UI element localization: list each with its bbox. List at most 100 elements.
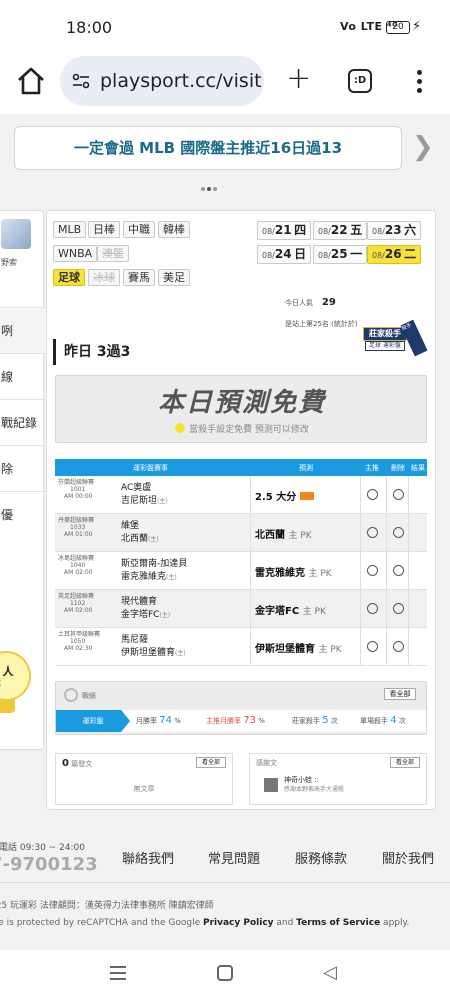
col-main: 主推 xyxy=(365,464,379,472)
date-tab-24[interactable]: 08/24 日 xyxy=(257,245,312,264)
sidebar-item-5[interactable]: 優 xyxy=(0,491,45,537)
prediction-table: 運彩盤賽事 預測 主推 刪除 結果 芬蘭超級聯賽 1001 AM 00:00 AC奧… xyxy=(55,459,427,666)
sport-chip-soccer[interactable]: 足球 xyxy=(53,269,85,286)
back-icon[interactable]: ◁ xyxy=(323,962,337,983)
avatar-caption: 野索 xyxy=(1,258,17,267)
sport-chip-mlb[interactable]: MLB xyxy=(53,221,87,238)
col-pick: 預測 xyxy=(299,464,313,472)
yesterday-record: 昨日 3過3 xyxy=(53,339,353,365)
chart-ring-icon xyxy=(64,688,78,702)
performance-panel: 戰績 看全部 運彩盤 月勝率 74 % 主推月勝率 73 % 莊家殺手 5 次 … xyxy=(55,681,427,735)
new-tab-icon[interactable]: + xyxy=(286,64,311,94)
overflow-menu-icon[interactable] xyxy=(412,68,426,94)
sidebar-item-2[interactable]: 線 xyxy=(0,353,45,399)
home-icon[interactable] xyxy=(14,64,48,98)
web-page: 一定會過 MLB 國際盤主推近16日過13 ❯ 野索 咧 線 戰紀錄 除 優 0… xyxy=(0,114,450,950)
system-nav-bar: ◁ xyxy=(0,950,450,1000)
free-prediction-box: 本日預測免費 當殺手設定免費 預測可以修改 xyxy=(55,375,427,443)
site-settings-icon[interactable] xyxy=(72,73,90,89)
hot-icon xyxy=(299,492,314,500)
delete-radio[interactable] xyxy=(393,641,404,652)
posts-box: 0 篇發文 看全部 無文章 xyxy=(55,753,233,805)
delete-radio[interactable] xyxy=(393,527,404,538)
sport-chip-horse[interactable]: 賽馬 xyxy=(123,269,155,286)
sport-chip-hockey: 冰球 xyxy=(88,269,120,286)
privacy-policy-link[interactable]: Privacy Policy xyxy=(203,918,274,928)
pick-text: 北西蘭 主 PK xyxy=(255,530,312,541)
rank-stat: 是站上第25名 (統計於) xyxy=(285,320,358,328)
visitor-caption: 瀏覽 xyxy=(0,677,1,688)
footer-link-contact[interactable]: 聯絡我們 xyxy=(122,848,174,867)
table-row: 冰島超級聯賽 1040 AM 02:00 斯亞爾南-加達貝 雷克雅維克(主) 雷克雅維… xyxy=(55,552,427,590)
tab-switcher-button[interactable]: :D xyxy=(348,69,372,93)
tab-sports-lottery[interactable]: 運彩盤 xyxy=(56,710,130,732)
thanks-box: 感謝文 看全部 神奇小蛙 :: 感謝本野索高手大通殺 xyxy=(249,753,427,805)
sport-chip-cpbl[interactable]: 中職 xyxy=(123,221,155,238)
service-phone[interactable]: 7-9700123 xyxy=(0,854,98,875)
performance-see-all-button[interactable]: 看全部 xyxy=(384,688,416,700)
sport-chip-kbo[interactable]: 韓棒 xyxy=(158,221,190,238)
copyright: 025 玩運彩 法律顧問：漢英得力法律事務所 陳鎮宏律師 xyxy=(0,901,214,911)
status-bar: 18:00 Vo LTE ⁴ᴳ 20 ⚡ xyxy=(0,0,450,50)
table-row: 芬蘭超級聯賽 1001 AM 00:00 AC奧盧 吉尼斯坦(主) 2.5 大分 xyxy=(55,476,427,514)
url-text[interactable]: playsport.cc/visit xyxy=(100,70,262,92)
delete-radio[interactable] xyxy=(393,489,404,500)
pick-text: 雷克雅維克 主 PK xyxy=(255,568,332,579)
browser-toolbar: playsport.cc/visit + :D xyxy=(0,52,450,112)
main-pick-radio[interactable] xyxy=(367,565,378,576)
footer-link-faq[interactable]: 常見問題 xyxy=(208,848,260,867)
footer-divider xyxy=(0,882,450,883)
delete-radio[interactable] xyxy=(393,565,404,576)
author-avatar[interactable] xyxy=(264,778,278,792)
col-delete: 刪除 xyxy=(391,464,405,472)
col-result: 結果 xyxy=(411,464,425,472)
delete-radio[interactable] xyxy=(393,603,404,614)
stat-monthly-win-rate[interactable]: 月勝率 74 % xyxy=(136,715,181,726)
free-prediction-title: 本日預測免費 xyxy=(157,388,326,418)
main-panel: MLB 日棒 中職 韓棒 WNBA 澳籃 足球 冰球 賽馬 美足 08/21 四… xyxy=(46,210,436,810)
bookie-killer-badge: 莊家殺手 足球 運彩盤 殺手 xyxy=(363,319,428,365)
thanks-header: 感謝文 xyxy=(256,759,277,767)
date-tab-22[interactable]: 08/22 五 xyxy=(313,221,368,240)
sport-chip-wnba[interactable]: WNBA xyxy=(53,245,98,262)
lightbulb-icon: 0 人 瀏覽 xyxy=(0,651,35,721)
bulb-icon xyxy=(175,423,186,433)
table-row: 土耳其甲級聯賽 1050 AM 02:30 馬尼薩 伊斯坦堡體育(主) 伊斯坦堡體育 … xyxy=(55,628,427,666)
date-tab-23[interactable]: 08/23 六 xyxy=(367,221,422,240)
sidebar-item-3[interactable]: 戰紀錄 xyxy=(0,399,45,445)
terms-of-service-link[interactable]: Terms of Service xyxy=(296,918,380,928)
avatar[interactable] xyxy=(1,219,31,249)
date-tab-21[interactable]: 08/21 四 xyxy=(257,221,312,240)
recent-apps-icon[interactable] xyxy=(110,966,126,982)
main-pick-radio[interactable] xyxy=(367,641,378,652)
service-hours: 服電話 09:30 ~ 24:00 xyxy=(0,843,85,853)
chevron-right-icon[interactable]: ❯ xyxy=(412,134,434,160)
promo-banner[interactable]: 一定會過 MLB 國際盤主推近16日過13 xyxy=(14,126,402,170)
table-header: 運彩盤賽事 預測 主推 刪除 結果 xyxy=(55,459,427,476)
thanks-entry[interactable]: 神奇小蛙 :: 感謝本野索高手大通殺 xyxy=(284,776,344,794)
posts-count: 0 篇發文 xyxy=(62,758,93,769)
thanks-see-all-button[interactable]: 看全部 xyxy=(390,757,420,768)
stat-single-killer[interactable]: 單場殺手 4 次 xyxy=(360,715,406,726)
sport-chip-npb[interactable]: 日棒 xyxy=(88,221,120,238)
home-nav-icon[interactable] xyxy=(217,965,233,981)
posts-see-all-button[interactable]: 看全部 xyxy=(196,757,226,768)
main-pick-radio[interactable] xyxy=(367,527,378,538)
table-row: 英足超級聯賽 1102 AM 02:00 現代體育 金字塔FC(主) 金字塔FC 主 … xyxy=(55,590,427,628)
address-bar[interactable]: playsport.cc/visit xyxy=(60,56,264,106)
main-pick-radio[interactable] xyxy=(367,489,378,500)
sport-chip-nfl[interactable]: 美足 xyxy=(158,269,190,286)
sidebar-item-1[interactable]: 咧 xyxy=(0,307,45,353)
sidebar-item-4[interactable]: 除 xyxy=(0,445,45,491)
carousel-dots xyxy=(200,176,218,195)
footer-link-terms[interactable]: 服務條款 xyxy=(295,848,347,867)
date-tab-26[interactable]: 08/26 二 xyxy=(367,245,422,264)
main-pick-radio[interactable] xyxy=(367,603,378,614)
stat-bookie-killer[interactable]: 莊家殺手 5 次 xyxy=(292,715,338,726)
stat-main-pick-win-rate[interactable]: 主推月勝率 73 % xyxy=(206,715,265,726)
pick-text: 2.5 大分 xyxy=(255,488,314,503)
pick-text: 金字塔FC 主 PK xyxy=(255,606,326,617)
footer-link-about[interactable]: 關於我們 xyxy=(382,848,434,867)
sport-chip-nbl: 澳籃 xyxy=(97,245,129,262)
date-tab-25[interactable]: 08/25 一 xyxy=(313,245,368,264)
